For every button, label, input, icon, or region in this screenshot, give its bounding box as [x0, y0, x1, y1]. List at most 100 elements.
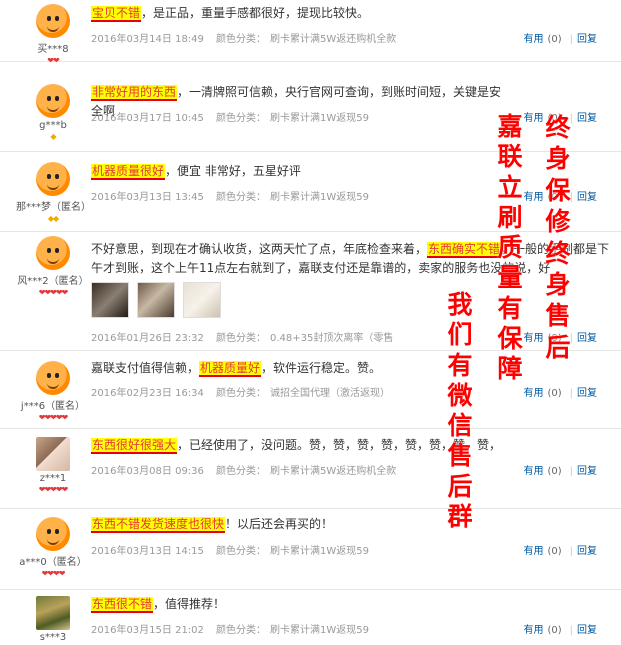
- color-value: 0.48+35封顶次离率（零售: [270, 333, 394, 344]
- useful-count: (0): [547, 466, 562, 477]
- review-actions: 有用 (0) | 回复: [523, 388, 597, 399]
- review-actions: 有用 (0) | 回复: [523, 34, 597, 45]
- reply-button[interactable]: 回复: [577, 546, 597, 557]
- reviewer-info: a***0（匿名） ❤❤❤❤: [16, 517, 90, 579]
- review-text: 宝贝不错，是正品，重量手感都很好，提现比较快。: [91, 4, 531, 23]
- useful-button[interactable]: 有用: [523, 333, 543, 344]
- avatar[interactable]: [36, 4, 70, 38]
- color-value: 刷卡累计满1W返现59: [270, 546, 369, 557]
- avatar[interactable]: [36, 162, 70, 196]
- review-item: s***3 东西很不错，值得推荐！ 2016年03月15日 21:02 颜色分类：…: [0, 590, 621, 645]
- review-text-segment: ！以后还会再买的！: [225, 517, 334, 531]
- review-photos: [91, 282, 229, 321]
- review-date: 2016年02月23日 16:34: [91, 388, 204, 399]
- rank-icon: ◆◆: [47, 214, 59, 223]
- avatar[interactable]: [36, 361, 70, 395]
- highlighted-phrase: 宝贝不错: [91, 6, 142, 20]
- useful-button[interactable]: 有用: [523, 466, 543, 477]
- review-text: 东西很不错，值得推荐！: [91, 595, 531, 614]
- color-label: 颜色分类：: [216, 546, 266, 557]
- reviewer-info: g***b ◆: [16, 84, 90, 142]
- review-date: 2016年03月13日 14:15: [91, 546, 204, 557]
- reviewer-name: a***0（匿名）: [19, 557, 87, 568]
- reply-button[interactable]: 回复: [577, 34, 597, 45]
- review-photo[interactable]: [183, 282, 221, 318]
- color-label: 颜色分类：: [216, 34, 266, 45]
- rank-icon: ❤❤❤❤❤: [38, 288, 69, 297]
- review-item: g***b ◆ 非常好用的东西，一清牌照可信赖，央行官网可查询，到账时间短，关键…: [0, 62, 621, 152]
- useful-button[interactable]: 有用: [523, 388, 543, 399]
- review-actions: 有用 (0) | 回复: [523, 546, 597, 557]
- review-item: z***1 ❤❤❤❤❤ 东西很好很强大，已经使用了，没问题。赞，赞，赞，赞，赞，…: [0, 429, 621, 509]
- useful-count: (0): [547, 388, 562, 399]
- reviewer-name: s***3: [39, 632, 67, 643]
- reviewer-info: s***3: [16, 596, 90, 643]
- review-photo[interactable]: [91, 282, 129, 318]
- useful-button[interactable]: 有用: [523, 192, 543, 203]
- promo-overlay-text-2: 嘉联立刷质量有保障: [497, 112, 523, 384]
- useful-count: (0): [547, 34, 562, 45]
- review-text-segment: ，值得推荐！: [153, 597, 226, 611]
- color-label: 颜色分类：: [216, 113, 266, 124]
- reviewer-info: 风***2（匿名） ❤❤❤❤❤: [16, 236, 90, 298]
- reviewer-info: z***1 ❤❤❤❤❤: [16, 437, 90, 495]
- review-date: 2016年03月17日 10:45: [91, 113, 204, 124]
- reply-button[interactable]: 回复: [577, 113, 597, 124]
- review-item: a***0（匿名） ❤❤❤❤ 东西不错发货速度也很快！以后还会再买的！ 2016…: [0, 509, 621, 590]
- review-actions: 有用 (0) | 回复: [523, 625, 597, 636]
- useful-button[interactable]: 有用: [523, 546, 543, 557]
- highlighted-phrase: 东西很不错: [91, 597, 154, 611]
- useful-count: (0): [547, 546, 562, 557]
- color-value: 刷卡累计满5W返还购机全款: [270, 466, 397, 477]
- reply-button[interactable]: 回复: [577, 388, 597, 399]
- review-text: 不好意思，到现在才确认收货，这两天忙了点，年底检查来着，东西确实不错，一般的手刷…: [91, 240, 611, 278]
- color-label: 颜色分类：: [216, 625, 266, 636]
- reply-button[interactable]: 回复: [577, 466, 597, 477]
- reviewer-name: 那***梦（匿名）: [16, 202, 91, 213]
- reply-button[interactable]: 回复: [577, 333, 597, 344]
- color-value: 诚招全国代理（激活返现）: [270, 388, 390, 399]
- rank-icon: ❤❤❤❤❤: [38, 485, 69, 494]
- review-text-segment: 不好意思，到现在才确认收货，这两天忙了点，年底检查来着，: [91, 242, 428, 256]
- color-label: 颜色分类：: [216, 333, 266, 344]
- avatar[interactable]: [36, 236, 70, 270]
- review-date: 2016年03月13日 13:45: [91, 192, 204, 203]
- review-text-segment: ，软件运行稳定。赞。: [261, 361, 382, 375]
- avatar[interactable]: [36, 596, 70, 630]
- highlighted-phrase: 东西不错发货速度也很快: [91, 517, 226, 531]
- useful-count: (0): [547, 625, 562, 636]
- reviewer-info: 买***8 ❤❤: [16, 4, 90, 66]
- review-date: 2016年03月08日 09:36: [91, 466, 204, 477]
- avatar[interactable]: [36, 517, 70, 551]
- review-text-segment: 嘉联支付值得信赖，: [91, 361, 200, 375]
- reply-button[interactable]: 回复: [577, 192, 597, 203]
- reviewer-info: 那***梦（匿名） ◆◆: [16, 162, 91, 224]
- highlighted-phrase: 东西确实不错: [427, 242, 502, 256]
- rank-icon: ◆: [50, 132, 56, 141]
- highlighted-phrase: 非常好用的东西: [91, 85, 178, 99]
- review-date: 2016年03月14日 18:49: [91, 34, 204, 45]
- review-item: j***6（匿名） ❤❤❤❤❤ 嘉联支付值得信赖，机器质量好，软件运行稳定。赞。…: [0, 351, 621, 429]
- reviewer-name: j***6（匿名）: [20, 401, 86, 412]
- highlighted-phrase: 机器质量好: [199, 361, 262, 375]
- highlighted-phrase: 机器质量很好: [91, 164, 166, 178]
- reviewer-name: 风***2（匿名）: [17, 276, 89, 287]
- color-label: 颜色分类：: [216, 192, 266, 203]
- avatar[interactable]: [36, 84, 70, 118]
- review-item: 风***2（匿名） ❤❤❤❤❤ 不好意思，到现在才确认收货，这两天忙了点，年底检…: [0, 232, 621, 351]
- reviewer-info: j***6（匿名） ❤❤❤❤❤: [16, 361, 90, 423]
- review-photo[interactable]: [137, 282, 175, 318]
- useful-button[interactable]: 有用: [523, 113, 543, 124]
- reply-button[interactable]: 回复: [577, 625, 597, 636]
- useful-button[interactable]: 有用: [523, 625, 543, 636]
- promo-overlay-text-1: 终身保修终身售后: [545, 113, 571, 362]
- review-item: 那***梦（匿名） ◆◆ 机器质量很好，便宜 非常好，五星好评 2016年03月…: [0, 152, 621, 232]
- highlighted-phrase: 东西很好很强大: [91, 438, 178, 452]
- rank-icon: ❤❤❤❤: [41, 569, 66, 578]
- useful-button[interactable]: 有用: [523, 34, 543, 45]
- avatar[interactable]: [36, 437, 70, 471]
- review-actions: 有用 (0) | 回复: [523, 466, 597, 477]
- color-value: 刷卡累计满1W返现59: [270, 625, 369, 636]
- review-item: 买***8 ❤❤ 宝贝不错，是正品，重量手感都很好，提现比较快。 2016年03…: [0, 0, 621, 65]
- reviewer-name: z***1: [39, 473, 67, 484]
